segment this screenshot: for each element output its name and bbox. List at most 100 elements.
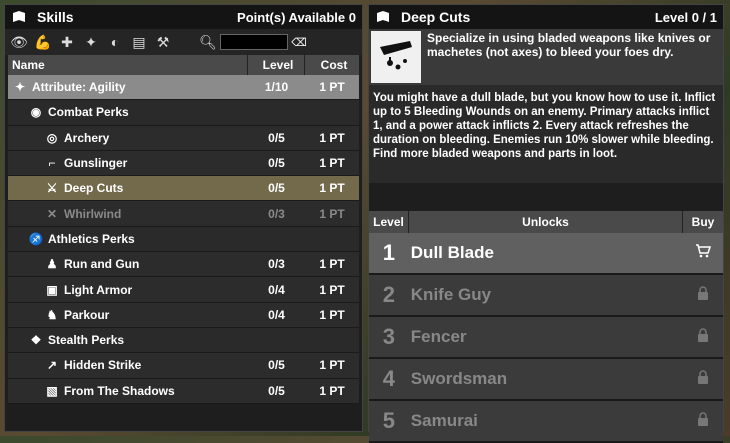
bleeding-blade-icon [371, 31, 421, 83]
run-gun-icon: ♟ [46, 257, 58, 272]
cart-icon[interactable] [695, 243, 712, 263]
row-level: 0/5 [268, 156, 285, 171]
perk-row[interactable]: ▧ From The Shadows 0/5 1 PT [8, 378, 359, 404]
unlock-level: 5 [382, 408, 396, 433]
unlock-level: 3 [382, 324, 396, 349]
row-level: 0/5 [268, 358, 285, 373]
row-cost: 1 PT [319, 206, 345, 221]
row-cost: 1 PT [319, 80, 345, 95]
row-level: 1/10 [264, 80, 289, 95]
row-name-cell: ⚔ Deep Cuts [8, 180, 248, 196]
row-name: Whirlwind [64, 206, 122, 221]
runner-icon: ♐ [28, 231, 44, 246]
row-name-cell: ◎ Archery [8, 130, 248, 146]
plus-icon[interactable]: ✚ [57, 32, 77, 52]
perk-row[interactable]: ♟ Run and Gun 0/3 1 PT [8, 252, 359, 278]
row-level: 0/4 [268, 282, 285, 297]
row-name-cell: ⌐ Gunslinger [8, 155, 248, 171]
unlock-row[interactable]: 5 Samurai [369, 401, 723, 443]
parkour-icon: ♞ [46, 307, 58, 322]
perk-long-description: You might have a dull blade, but you kno… [369, 85, 723, 183]
perk-row[interactable]: ↗ Hidden Strike 0/5 1 PT [8, 353, 359, 379]
clear-search-icon[interactable]: ⌫ [290, 35, 308, 49]
row-cost: 1 PT [319, 307, 345, 322]
buy-cell[interactable] [683, 243, 723, 263]
row-level: 0/3 [268, 257, 285, 272]
row-name-cell: ✕ Whirlwind [8, 206, 248, 222]
unlock-row[interactable]: 4 Swordsman [369, 359, 723, 401]
perk-row[interactable]: ♞ Parkour 0/4 1 PT [8, 302, 359, 328]
row-name: Light Armor [64, 282, 133, 297]
bow-icon: ◎ [46, 130, 58, 145]
cost-column-header[interactable]: Cost [305, 55, 359, 75]
unlock-name: Knife Guy [410, 285, 492, 304]
brain-icon[interactable]: ◐ [105, 32, 125, 52]
row-level: 0/3 [268, 206, 285, 221]
perk-level: Level 0 / 1 [654, 9, 717, 25]
search-box: 🔍︎ ⌫ [198, 32, 308, 52]
perk-row[interactable]: ⌐ Gunslinger 0/5 1 PT [8, 150, 359, 177]
skills-table-header: Name Level Cost [8, 55, 359, 75]
skills-titlebar: Skills Point(s) Available 0 [5, 5, 362, 29]
crossed-blades-icon: ✕ [46, 206, 58, 221]
row-level: 0/5 [268, 130, 285, 145]
perk-title: Deep Cuts [401, 9, 471, 25]
book-icon [375, 9, 391, 25]
perk-row[interactable]: ⚔ Deep Cuts 0/5 1 PT [8, 176, 359, 202]
row-cost: 1 PT [319, 181, 345, 196]
perk-row[interactable]: ◎ Archery 0/5 1 PT [8, 125, 359, 151]
search-icon: 🔍︎ [199, 33, 217, 50]
strength-icon[interactable]: 💪 [33, 32, 53, 52]
unlock-row[interactable]: 2 Knife Guy [369, 275, 723, 317]
armor-icon: ▣ [46, 282, 58, 297]
row-name-cell: ❖ Stealth Perks [8, 332, 248, 348]
row-name-cell: ♐ Athletics Perks [8, 231, 248, 247]
row-name-cell: ◉ Combat Perks [8, 104, 248, 120]
row-name-cell: ✦ Attribute: Agility [8, 79, 248, 95]
row-cost: 1 PT [319, 282, 345, 297]
agility-icon: ✦ [14, 80, 26, 95]
row-cost: 1 PT [319, 383, 345, 398]
row-name: Hidden Strike [64, 358, 142, 373]
hammer-icon[interactable]: ⚒ [153, 32, 173, 52]
row-name: Attribute: Agility [32, 80, 126, 95]
perk-row[interactable]: ▣ Light Armor 0/4 1 PT [8, 277, 359, 303]
row-level: 0/5 [268, 383, 285, 398]
book-filter-icon[interactable]: ▤ [129, 32, 149, 52]
row-name-cell: ▧ From The Shadows [8, 383, 248, 399]
lock-icon [697, 411, 709, 431]
lock-icon [697, 285, 709, 305]
unlock-name: Dull Blade [410, 243, 494, 262]
name-column-header[interactable]: Name [8, 55, 248, 75]
row-level: 0/5 [268, 181, 285, 196]
stealth-icon: ❖ [30, 333, 42, 348]
row-name: Deep Cuts [64, 181, 124, 196]
row-name-cell: ♞ Parkour [8, 307, 248, 323]
perk-short-description: Specialize in using bladed weapons like … [427, 31, 711, 59]
eye-icon[interactable]: 👁 [9, 32, 29, 52]
unlocks-column-header: Unlocks [409, 211, 683, 233]
skills-list: ✦ Attribute: Agility 1/10 1 PT ◉ Combat Perks… [8, 75, 359, 404]
filter-toolbar: 👁 💪 ✚ ✦ ◐ ▤ ⚒ 🔍︎ ⌫ [5, 29, 362, 55]
perk-category-row[interactable]: ♐ Athletics Perks [8, 226, 359, 253]
level-column-header[interactable]: Level [248, 55, 305, 75]
skills-title: Skills [37, 9, 74, 25]
unlock-row[interactable]: 1 Dull Blade [369, 233, 723, 275]
buy-cell [683, 285, 723, 305]
unlock-level-header: Level [369, 211, 409, 233]
skills-panel: Skills Point(s) Available 0 👁 💪 ✚ ✦ ◐ ▤ … [4, 4, 363, 432]
agility-icon[interactable]: ✦ [81, 32, 101, 52]
row-cost: 1 PT [319, 156, 345, 171]
row-name: Run and Gun [64, 257, 140, 272]
row-cost: 1 PT [319, 358, 345, 373]
perk-row[interactable]: ✕ Whirlwind 0/3 1 PT [8, 201, 359, 227]
unlocks-header: Level Unlocks Buy [369, 211, 723, 233]
unlock-row[interactable]: 3 Fencer [369, 317, 723, 359]
row-name-cell: ▣ Light Armor [8, 282, 248, 298]
row-name: Combat Perks [48, 105, 129, 120]
search-input[interactable] [220, 34, 288, 50]
perk-category-row[interactable]: ◉ Combat Perks [8, 100, 359, 126]
perk-category-row[interactable]: ❖ Stealth Perks [8, 327, 359, 354]
attribute-row[interactable]: ✦ Attribute: Agility 1/10 1 PT [8, 75, 359, 101]
shadows-icon: ▧ [46, 383, 58, 398]
